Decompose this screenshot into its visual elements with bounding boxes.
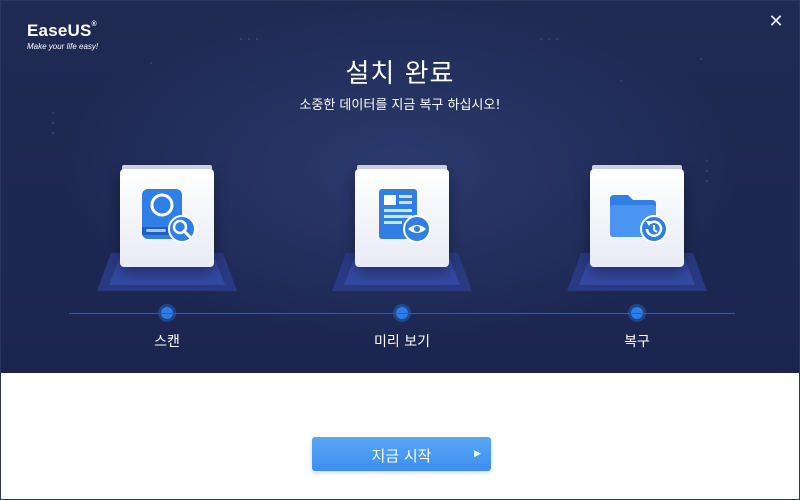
step-recover: 복구 bbox=[562, 161, 712, 361]
document-preview-icon bbox=[379, 189, 431, 243]
drive-search-icon bbox=[142, 189, 196, 243]
page-title: 설치 완료 bbox=[345, 59, 455, 89]
installer-window: EaseUS® Make your life easy! ✕ 설치 완료 소중한… bbox=[0, 0, 800, 500]
logo-registered-mark: ® bbox=[91, 21, 97, 28]
step-card bbox=[590, 169, 684, 267]
easeus-logo: EaseUS® Make your life easy! bbox=[27, 21, 98, 51]
step-label-scan: 스캔 bbox=[154, 334, 180, 350]
folder-restore-icon bbox=[610, 195, 668, 243]
close-icon[interactable]: ✕ bbox=[767, 13, 785, 31]
progress-timeline bbox=[69, 313, 735, 314]
logo-name: EaseUS bbox=[27, 21, 92, 40]
start-now-button[interactable]: 지금 시작 ▶ bbox=[312, 437, 491, 471]
step-preview: 미리 보기 bbox=[327, 161, 477, 361]
step-label-preview: 미리 보기 bbox=[374, 334, 430, 350]
play-arrow-icon: ▶ bbox=[474, 449, 481, 459]
logo-tagline: Make your life easy! bbox=[27, 42, 99, 51]
start-button-label: 지금 시작 bbox=[371, 447, 432, 465]
page-subtitle: 소중한 데이터를 지금 복구 하십시오! bbox=[299, 98, 501, 113]
step-label-recover: 복구 bbox=[624, 334, 650, 350]
hero-panel: EaseUS® Make your life easy! ✕ 설치 완료 소중한… bbox=[1, 1, 799, 373]
step-card bbox=[355, 169, 449, 267]
step-scan: 스캔 bbox=[92, 161, 242, 361]
step-card bbox=[120, 169, 214, 267]
